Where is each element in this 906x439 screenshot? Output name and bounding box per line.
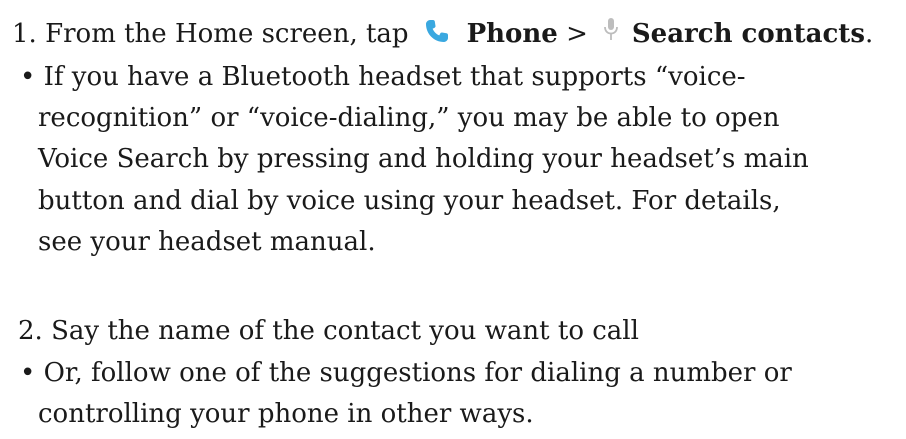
bullet-1-line-1: • If you have a Bluetooth headset that s…: [20, 62, 746, 92]
bullet-1-line-5: see your headset manual.: [38, 227, 376, 257]
step-2: 2. Say the name of the contact you want …: [18, 316, 639, 346]
bullet-1-line-2: recognition” or “voice-dialing,” you may…: [38, 103, 780, 133]
bullet-2-line-2: controlling your phone in other ways.: [38, 399, 534, 429]
bullet-1-line-3: Voice Search by pressing and holding you…: [38, 144, 809, 174]
step-1-prefix: 1. From the Home screen, tap: [12, 19, 409, 49]
step-1-end: .: [864, 19, 874, 49]
phone-icon: [421, 15, 453, 47]
step-1: 1. From the Home screen, tap Phone > Sea…: [12, 17, 873, 51]
bullet-1-line-4: button and dial by voice using your head…: [38, 186, 781, 216]
bullet-2-line-1: • Or, follow one of the suggestions for …: [20, 358, 792, 388]
separator: >: [566, 19, 588, 49]
microphone-icon: [602, 16, 620, 44]
phone-label: Phone: [466, 19, 558, 49]
search-contacts-label: Search contacts: [631, 19, 865, 49]
